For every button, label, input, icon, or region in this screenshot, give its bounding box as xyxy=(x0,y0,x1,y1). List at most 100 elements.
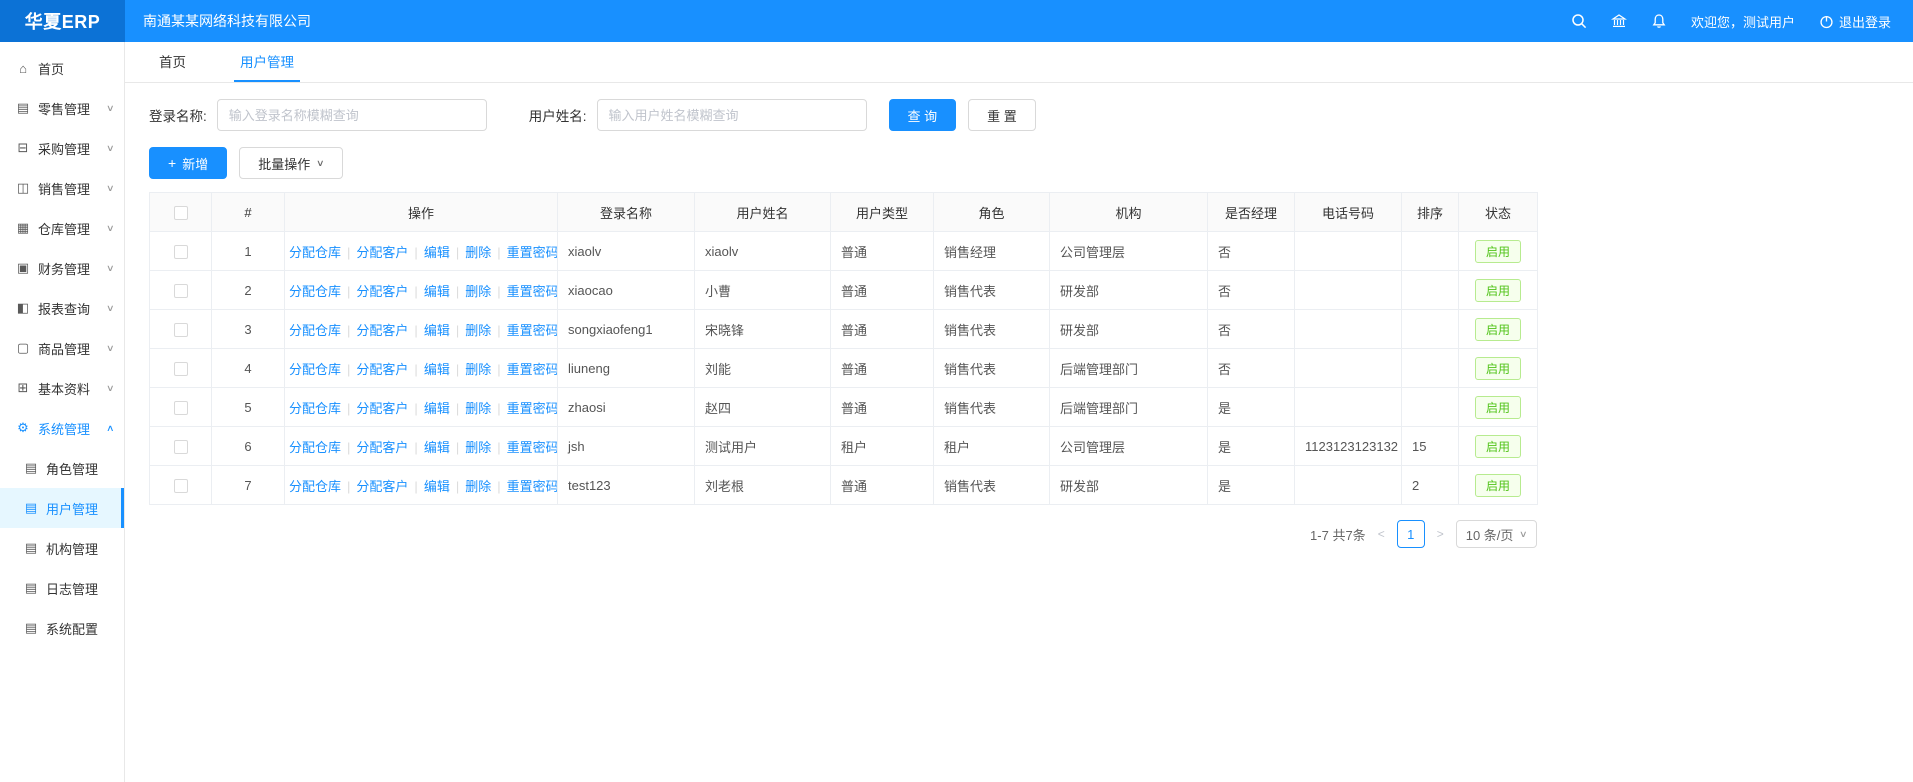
bell-icon[interactable] xyxy=(1651,13,1667,29)
delete-link[interactable]: 删除 xyxy=(465,401,491,416)
assign-warehouse-link[interactable]: 分配仓库 xyxy=(289,323,341,338)
reset-password-link[interactable]: 重置密码 xyxy=(507,479,558,494)
app-logo[interactable]: 华夏ERP xyxy=(0,0,125,42)
cell-login-name: test123 xyxy=(558,466,695,505)
status-badge[interactable]: 启用 xyxy=(1475,474,1521,497)
reset-password-link[interactable]: 重置密码 xyxy=(507,362,558,377)
edit-link[interactable]: 编辑 xyxy=(424,440,450,455)
assign-warehouse-link[interactable]: 分配仓库 xyxy=(289,284,341,299)
cell-user-name: xiaolv xyxy=(695,232,831,271)
row-checkbox[interactable] xyxy=(174,401,188,415)
assign-customer-link[interactable]: 分配客户 xyxy=(356,440,408,455)
assign-warehouse-link[interactable]: 分配仓库 xyxy=(289,245,341,260)
sidebar-item-org[interactable]: ▤机构管理 xyxy=(0,528,124,568)
prev-page-button[interactable]: < xyxy=(1376,527,1387,541)
sidebar-item-warehouse[interactable]: ▦仓库管理∨ xyxy=(0,208,124,248)
delete-link[interactable]: 删除 xyxy=(465,284,491,299)
user-name-label: 用户姓名: xyxy=(529,105,587,125)
status-badge[interactable]: 启用 xyxy=(1475,435,1521,458)
assign-customer-link[interactable]: 分配客户 xyxy=(356,401,408,416)
assign-warehouse-link[interactable]: 分配仓库 xyxy=(289,401,341,416)
sidebar-item-purchase[interactable]: ⊟采购管理∨ xyxy=(0,128,124,168)
current-page-button[interactable]: 1 xyxy=(1397,520,1425,548)
delete-link[interactable]: 删除 xyxy=(465,440,491,455)
reset-password-link[interactable]: 重置密码 xyxy=(507,284,558,299)
edit-link[interactable]: 编辑 xyxy=(424,479,450,494)
cell-login-name: jsh xyxy=(558,427,695,466)
edit-link[interactable]: 编辑 xyxy=(424,401,450,416)
add-button[interactable]: + 新增 xyxy=(149,147,227,179)
doc-icon: ▤ xyxy=(23,580,39,596)
sidebar-item-home[interactable]: ⌂首页 xyxy=(0,48,124,88)
login-name-input[interactable] xyxy=(217,99,487,131)
logout-button[interactable]: 退出登录 xyxy=(1819,12,1891,31)
delete-link[interactable]: 删除 xyxy=(465,362,491,377)
tab-home[interactable]: 首页 xyxy=(153,42,192,82)
sidebar-item-report[interactable]: ◧报表查询∨ xyxy=(0,288,124,328)
table-row: 6分配仓库|分配客户|编辑|删除|重置密码jsh测试用户租户租户公司管理层是11… xyxy=(150,427,1538,466)
status-badge[interactable]: 启用 xyxy=(1475,396,1521,419)
assign-warehouse-link[interactable]: 分配仓库 xyxy=(289,362,341,377)
page-size-select[interactable]: 10 条/页 ∨ xyxy=(1456,520,1537,548)
assign-warehouse-link[interactable]: 分配仓库 xyxy=(289,440,341,455)
user-name-input[interactable] xyxy=(597,99,867,131)
sidebar-item-system[interactable]: ⚙系统管理∧ xyxy=(0,408,124,448)
next-page-button[interactable]: > xyxy=(1435,527,1446,541)
assign-customer-link[interactable]: 分配客户 xyxy=(356,284,408,299)
reset-button[interactable]: 重 置 xyxy=(968,99,1036,131)
sidebar-item-log[interactable]: ▤日志管理 xyxy=(0,568,124,608)
table-head-row: #操作登录名称用户姓名用户类型角色机构是否经理电话号码排序状态 xyxy=(150,193,1538,232)
reset-password-link[interactable]: 重置密码 xyxy=(507,440,558,455)
reset-password-link[interactable]: 重置密码 xyxy=(507,401,558,416)
sidebar-item-user[interactable]: ▤用户管理 xyxy=(0,488,124,528)
reset-password-link[interactable]: 重置密码 xyxy=(507,323,558,338)
search-button[interactable]: 查 询 xyxy=(889,99,957,131)
sidebar-item-finance[interactable]: ▣财务管理∨ xyxy=(0,248,124,288)
edit-link[interactable]: 编辑 xyxy=(424,284,450,299)
assign-customer-link[interactable]: 分配客户 xyxy=(356,362,408,377)
delete-link[interactable]: 删除 xyxy=(465,323,491,338)
row-checkbox[interactable] xyxy=(174,440,188,454)
sidebar-item-role[interactable]: ▤角色管理 xyxy=(0,448,124,488)
edit-link[interactable]: 编辑 xyxy=(424,362,450,377)
tab-user-management[interactable]: 用户管理 xyxy=(234,42,300,82)
status-badge[interactable]: 启用 xyxy=(1475,279,1521,302)
status-badge[interactable]: 启用 xyxy=(1475,357,1521,380)
row-checkbox[interactable] xyxy=(174,245,188,259)
cell-is-manager: 是 xyxy=(1208,427,1295,466)
cell-user-type: 普通 xyxy=(831,232,934,271)
cell-login-name: liuneng xyxy=(558,349,695,388)
assign-customer-link[interactable]: 分配客户 xyxy=(356,479,408,494)
edit-link[interactable]: 编辑 xyxy=(424,245,450,260)
chevron-down-icon: ∨ xyxy=(106,143,115,154)
sidebar-item-goods[interactable]: ▢商品管理∨ xyxy=(0,328,124,368)
assign-customer-link[interactable]: 分配客户 xyxy=(356,323,408,338)
cell-role: 租户 xyxy=(934,427,1050,466)
row-checkbox[interactable] xyxy=(174,284,188,298)
filter-bar: 登录名称: 用户姓名: 查 询 重 置 xyxy=(149,99,1913,131)
select-all-checkbox[interactable] xyxy=(174,206,188,220)
search-icon[interactable] xyxy=(1571,13,1587,29)
cell-login-name: xiaolv xyxy=(558,232,695,271)
reset-password-link[interactable]: 重置密码 xyxy=(507,245,558,260)
bank-icon[interactable] xyxy=(1611,13,1627,29)
row-checkbox[interactable] xyxy=(174,362,188,376)
delete-link[interactable]: 删除 xyxy=(465,245,491,260)
chevron-down-icon: ∨ xyxy=(106,303,115,314)
row-actions: 分配仓库|分配客户|编辑|删除|重置密码 xyxy=(285,232,558,271)
row-checkbox[interactable] xyxy=(174,323,188,337)
sidebar-item-basic[interactable]: ⊞基本资料∨ xyxy=(0,368,124,408)
status-badge[interactable]: 启用 xyxy=(1475,240,1521,263)
sidebar-item-sales[interactable]: ◫销售管理∨ xyxy=(0,168,124,208)
status-badge[interactable]: 启用 xyxy=(1475,318,1521,341)
sidebar-item-config[interactable]: ▤系统配置 xyxy=(0,608,124,648)
assign-customer-link[interactable]: 分配客户 xyxy=(356,245,408,260)
sidebar-item-retail[interactable]: ▤零售管理∨ xyxy=(0,88,124,128)
column-header: 用户类型 xyxy=(831,193,934,232)
row-checkbox[interactable] xyxy=(174,479,188,493)
edit-link[interactable]: 编辑 xyxy=(424,323,450,338)
column-header: 状态 xyxy=(1459,193,1538,232)
assign-warehouse-link[interactable]: 分配仓库 xyxy=(289,479,341,494)
batch-actions-button[interactable]: 批量操作 ∨ xyxy=(239,147,343,179)
delete-link[interactable]: 删除 xyxy=(465,479,491,494)
